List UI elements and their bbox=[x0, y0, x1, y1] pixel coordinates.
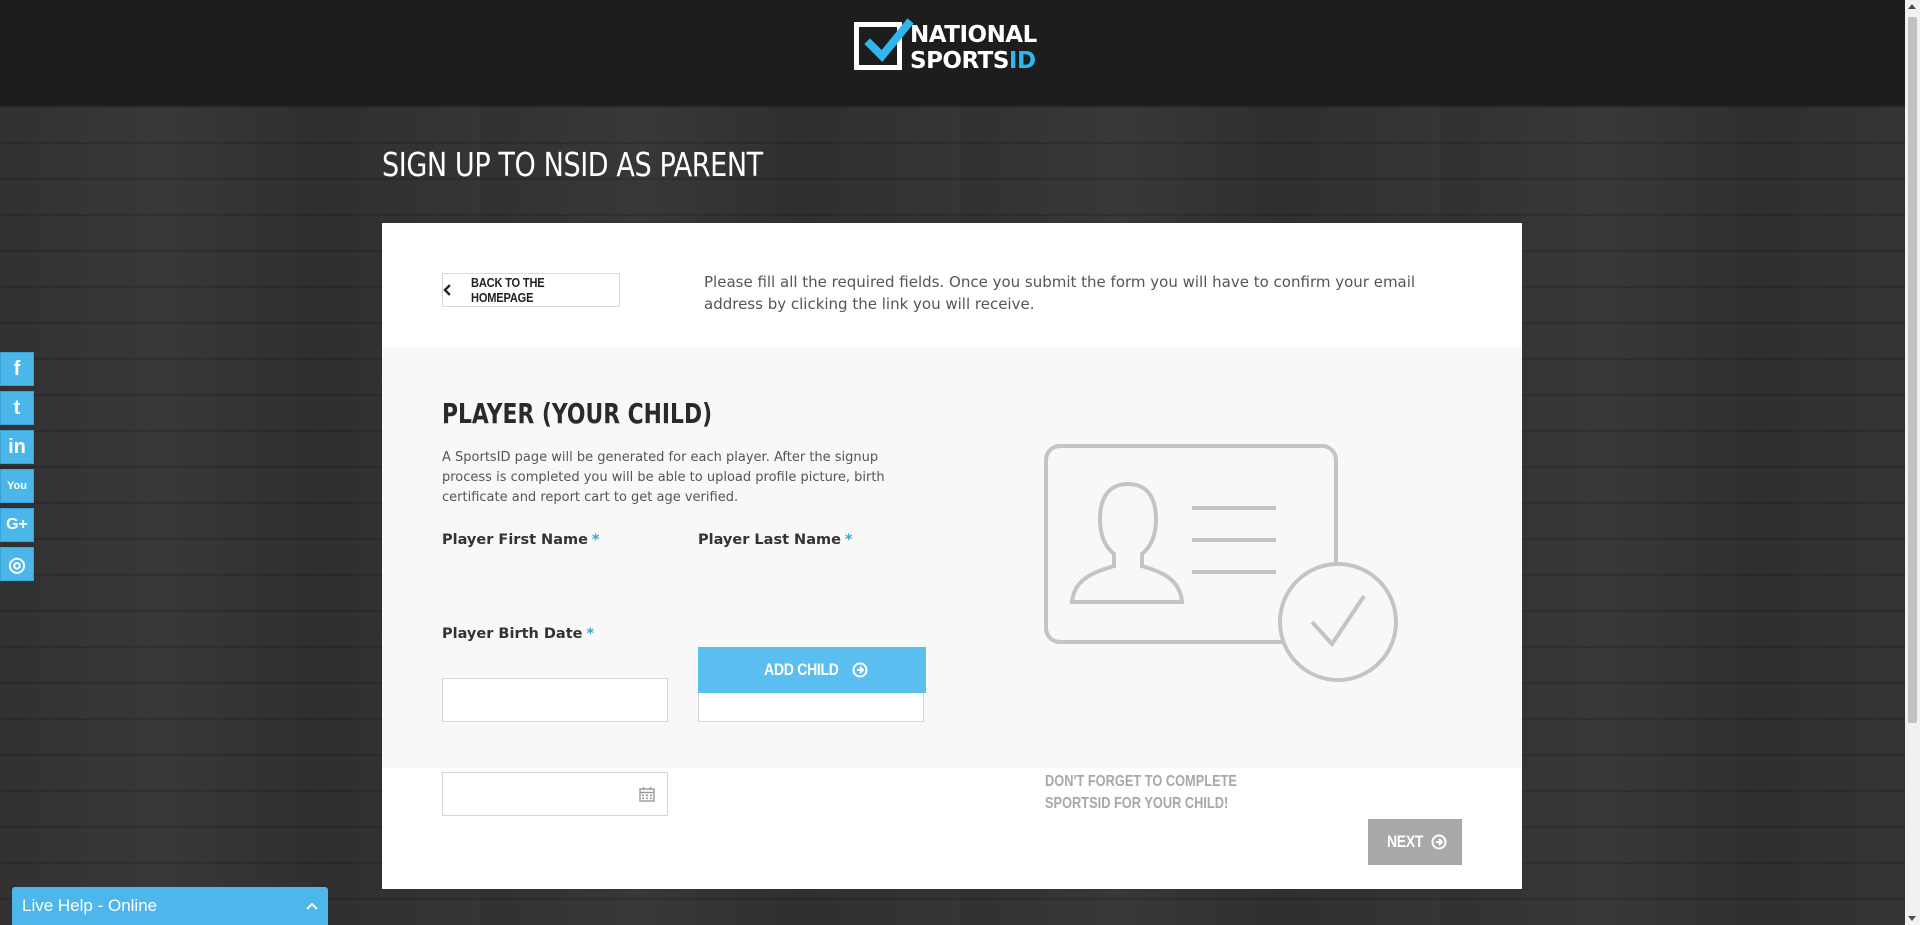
national-sportsid-logo[interactable]: NATIONAL SPORTSID bbox=[854, 18, 1037, 76]
player-first-name-input[interactable] bbox=[442, 678, 668, 722]
sportsid-reminder: DON'T FORGET TO COMPLETE SPORTSID FOR YO… bbox=[1045, 773, 1237, 812]
back-button-label: BACK TO THE HOMEPAGE bbox=[470, 275, 545, 305]
intro-panel: BACK TO THE HOMEPAGE Please fill all the… bbox=[382, 223, 1522, 347]
logo-id: ID bbox=[1008, 48, 1036, 74]
social-links-bar: f t in You G+ ◎ bbox=[0, 352, 34, 586]
facebook-icon[interactable]: f bbox=[0, 352, 34, 386]
arrow-circle-right-icon bbox=[852, 662, 868, 678]
twitter-icon[interactable]: t bbox=[0, 391, 34, 425]
last-name-label-text: Player Last Name bbox=[698, 532, 841, 548]
player-birth-date-input[interactable] bbox=[442, 772, 668, 816]
player-section-description: A SportsID page will be generated for ea… bbox=[442, 450, 885, 505]
page-title: SIGN UP TO NSID AS PARENT bbox=[382, 145, 763, 184]
player-section-title: PLAYER (YOUR CHILD) bbox=[442, 397, 713, 430]
intro-instructions: Please fill all the required fields. Onc… bbox=[704, 273, 1416, 313]
first-name-label: Player First Name * bbox=[442, 532, 600, 548]
arrow-circle-right-icon bbox=[1431, 834, 1447, 850]
birth-date-label-text: Player Birth Date bbox=[442, 626, 583, 642]
required-asterisk: * bbox=[586, 626, 595, 642]
chevron-up-icon[interactable] bbox=[306, 902, 318, 910]
first-name-label-text: Player First Name bbox=[442, 532, 588, 548]
linkedin-icon[interactable]: in bbox=[0, 430, 34, 464]
logo-line-1: NATIONAL bbox=[910, 22, 1037, 48]
birth-date-label: Player Birth Date * bbox=[442, 626, 594, 642]
logo-wordmark: NATIONAL SPORTSID bbox=[910, 22, 1037, 74]
top-header: NATIONAL SPORTSID bbox=[0, 0, 1905, 106]
add-child-button[interactable]: ADD CHILD bbox=[698, 647, 926, 693]
google-plus-icon[interactable]: G+ bbox=[0, 508, 34, 542]
required-asterisk: * bbox=[844, 532, 853, 548]
scrollbar-thumb[interactable] bbox=[1908, 17, 1917, 723]
scroll-up-arrow-icon[interactable] bbox=[1908, 4, 1916, 9]
next-button[interactable]: NEXT bbox=[1368, 819, 1462, 865]
live-help-label: Live Help - Online bbox=[22, 896, 158, 915]
required-asterisk: * bbox=[591, 532, 600, 548]
back-to-homepage-button[interactable]: BACK TO THE HOMEPAGE bbox=[442, 273, 620, 307]
calendar-icon[interactable] bbox=[639, 786, 655, 802]
scroll-down-arrow-icon[interactable] bbox=[1908, 916, 1916, 921]
add-child-label: ADD CHILD bbox=[763, 660, 839, 679]
live-help-widget[interactable]: Live Help - Online bbox=[12, 887, 328, 925]
page-scrollbar[interactable] bbox=[1905, 0, 1920, 925]
logo-sports: SPORTS bbox=[910, 48, 1009, 74]
next-label: NEXT bbox=[1386, 832, 1424, 851]
chevron-left-icon bbox=[443, 284, 451, 296]
logo-check-icon bbox=[864, 18, 914, 62]
signup-card: BACK TO THE HOMEPAGE Please fill all the… bbox=[382, 223, 1522, 889]
last-name-label: Player Last Name * bbox=[698, 532, 853, 548]
player-section: PLAYER (YOUR CHILD) A SportsID page will… bbox=[382, 347, 1522, 816]
youtube-icon[interactable]: You bbox=[0, 469, 34, 503]
instagram-icon[interactable]: ◎ bbox=[0, 547, 34, 581]
logo-line-2: SPORTSID bbox=[910, 48, 1037, 74]
id-card-illustration bbox=[1044, 444, 1398, 682]
